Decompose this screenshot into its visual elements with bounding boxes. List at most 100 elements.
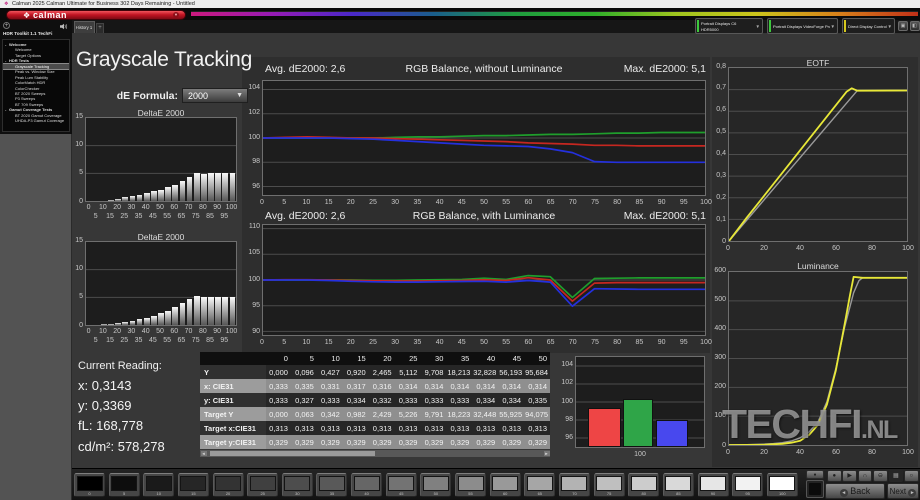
x-tick-label: 65 (539, 199, 563, 206)
patch-80[interactable]: 80 (628, 473, 659, 497)
table-cell: 0,329 (396, 435, 422, 449)
table-cell: 0,313 (499, 421, 525, 435)
patch-label: 55 (456, 491, 485, 496)
patch-color (215, 476, 241, 491)
reading-fl: fL: 168,778 (78, 418, 143, 433)
table-cell: 0,313 (318, 421, 344, 435)
y-tick-label: 98 (238, 158, 260, 165)
patch-95[interactable]: 95 (732, 473, 763, 497)
play-button[interactable]: ▶ (842, 470, 857, 482)
patch-window-preview[interactable] (806, 480, 824, 498)
back-button[interactable]: ◄ Back (825, 483, 885, 499)
patch-15[interactable]: 15 (178, 473, 209, 497)
grid-button[interactable]: ▦ (889, 470, 904, 482)
eject-button[interactable]: ⊖ (873, 470, 888, 482)
patch-10[interactable]: 10 (143, 473, 174, 497)
patch-90[interactable]: 90 (698, 473, 729, 497)
patch-65[interactable]: 65 (524, 473, 555, 497)
table-cell: 0,317 (344, 379, 370, 393)
patch-label: 85 (664, 491, 693, 496)
patch-color (527, 476, 553, 491)
record-button[interactable]: ● (827, 470, 842, 482)
current-reading-title: Current Reading: (78, 360, 162, 372)
patch-color (354, 476, 380, 491)
y-tick-label: 400 (704, 325, 726, 332)
patch-20[interactable]: 20 (213, 473, 244, 497)
calman-logo-text: calman (33, 10, 67, 20)
table-cell: 0,333 (318, 393, 344, 407)
display-dropdown-3[interactable]: Direct Display Control▼ (842, 18, 895, 34)
scroll-right-icon[interactable]: ► (544, 451, 550, 457)
table-cell: 0,329 (370, 435, 396, 449)
add-tab-button[interactable]: + (96, 23, 104, 33)
calman-logo-icon: ❖ (23, 11, 30, 20)
patch-5[interactable]: 5 (109, 473, 140, 497)
table-row: Target y:CIE310,3290,3290,3290,3290,3290… (200, 435, 550, 449)
patch-45[interactable]: 45 (386, 473, 417, 497)
patch-0[interactable]: 0 (74, 473, 105, 497)
patch-25[interactable]: 25 (247, 473, 278, 497)
patch-label: 0 (75, 491, 104, 496)
sidebar-item-uhda-p3-gamut-coverage[interactable]: UHDA-P3 Gamut Coverage (3, 118, 69, 123)
x-tick-label: 5 (272, 339, 296, 346)
monitor-button[interactable]: ◧ (910, 21, 920, 31)
x-tick-label: 100 (575, 451, 705, 458)
table-cell: 18,213 (447, 365, 473, 379)
patch-color (665, 476, 691, 491)
table-cell: 94,075 (525, 407, 550, 421)
deltae-bar (180, 181, 186, 201)
patch-85[interactable]: 85 (663, 473, 694, 497)
display-dropdown-1[interactable]: Portrait Displays C6 HDR5000OLED TV - (W… (695, 18, 763, 34)
scroll-left-icon[interactable]: ◄ (201, 451, 207, 457)
calman-menu-button[interactable]: ❖ calman ▼ (6, 10, 186, 21)
y-tick-label: 104 (238, 84, 260, 91)
patch-color (735, 476, 761, 491)
status-accent (769, 20, 771, 32)
patch-100[interactable]: 100 (767, 473, 798, 497)
patch-75[interactable]: 75 (594, 473, 625, 497)
headset-button[interactable]: ∩ (858, 470, 873, 482)
table-row-label: Target Y (200, 407, 266, 421)
patch-window-button[interactable]: ● (806, 470, 824, 479)
scrollbar-thumb[interactable] (210, 451, 375, 456)
y-tick-label: 0,1 (704, 216, 726, 223)
deltae-bar (187, 177, 193, 201)
display-dropdown-2[interactable]: Portrait Displays VideoForge Pro 8K▼ (767, 18, 838, 34)
deltae-bar (194, 296, 200, 325)
x-tick-label: 95 (214, 213, 234, 220)
table-cell: 56,193 (499, 365, 525, 379)
y-tick-label: 0,4 (704, 150, 726, 157)
patch-40[interactable]: 40 (351, 473, 382, 497)
patch-35[interactable]: 35 (316, 473, 347, 497)
patch-60[interactable]: 60 (490, 473, 521, 497)
patch-50[interactable]: 50 (420, 473, 451, 497)
table-cell: 0,313 (396, 421, 422, 435)
speaker-icon[interactable] (60, 23, 68, 30)
deltae-bar (122, 197, 128, 201)
y-tick-label: 90 (238, 328, 260, 335)
deltae-bar (151, 191, 157, 201)
patch-label: 10 (144, 491, 173, 496)
table-cell: 2,465 (370, 365, 396, 379)
x-tick-label: 15 (317, 199, 341, 206)
patch-color (250, 476, 276, 491)
table-cell: 0,327 (292, 393, 318, 407)
patch-label: 80 (629, 491, 658, 496)
next-button[interactable]: Next ► (887, 483, 919, 499)
circle-button[interactable]: ○ (904, 470, 919, 482)
window-titlebar: ❖ Calman 2025 Calman Ultimate for Busine… (0, 0, 920, 8)
patch-30[interactable]: 30 (282, 473, 313, 497)
patch-70[interactable]: 70 (559, 473, 590, 497)
tab-history-1[interactable]: History 1 (74, 21, 95, 34)
table-scrollbar[interactable]: ◄ ► (200, 450, 550, 457)
max-de-label: Max. dE2000: 5,1 (262, 210, 706, 222)
y-tick-label: 104 (551, 361, 573, 368)
y-tick-label: 5 (67, 169, 83, 176)
camera-button[interactable]: ▣ (898, 21, 908, 31)
patch-55[interactable]: 55 (455, 473, 486, 497)
add-icon[interactable]: + (3, 22, 10, 29)
patch-label: 45 (387, 491, 416, 496)
deltae-bar (222, 297, 228, 325)
patch-color (284, 476, 310, 491)
deltae-bar (208, 173, 214, 201)
